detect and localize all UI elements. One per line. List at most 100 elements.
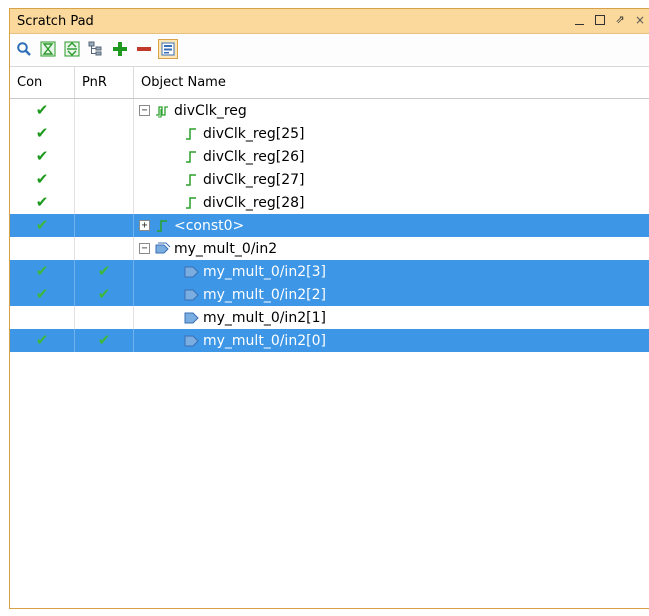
remove-icon[interactable]: [134, 39, 154, 59]
pnr-cell: [75, 237, 134, 260]
add-icon[interactable]: [110, 39, 130, 59]
object-name-cell: my_mult_0/in2[0]: [134, 329, 649, 352]
tree-item: divClk_reg[25]: [184, 122, 305, 145]
checkmark-icon: ✔: [35, 124, 49, 142]
table-row[interactable]: ✔ ✔ my_mult_0/in2[2]: [10, 283, 649, 306]
object-name-cell: my_mult_0/in2[2]: [134, 283, 649, 306]
con-cell: ✔: [10, 99, 75, 122]
table-row[interactable]: ✔ − divClk_reg: [10, 99, 649, 122]
checkmark-icon: ✔: [35, 331, 49, 349]
checkmark-icon: ✔: [97, 285, 111, 303]
checkmark-icon: ✔: [35, 101, 49, 119]
maximize-icon[interactable]: [593, 13, 607, 27]
pnr-cell: [75, 306, 134, 329]
toggle-view-icon[interactable]: [158, 39, 178, 59]
object-name-label: my_mult_0/in2[3]: [203, 263, 326, 280]
con-cell: [10, 237, 75, 260]
toolbar: [10, 34, 649, 64]
object-name-cell: − my_mult_0/in2: [134, 237, 649, 260]
con-cell: ✔: [10, 260, 75, 283]
port-icon: [184, 265, 199, 279]
object-name-cell: divClk_reg[28]: [134, 191, 649, 214]
table-row[interactable]: ✔ divClk_reg[27]: [10, 168, 649, 191]
checkmark-icon: ✔: [35, 262, 49, 280]
pnr-cell: [75, 145, 134, 168]
collapse-all-icon[interactable]: [38, 39, 58, 59]
object-name-cell: + <const0>: [134, 214, 649, 237]
object-name-cell: divClk_reg[27]: [134, 168, 649, 191]
checkmark-icon: ✔: [35, 193, 49, 211]
pnr-cell: [75, 122, 134, 145]
net-icon: [184, 196, 198, 210]
panel-titlebar[interactable]: Scratch Pad ⇗ ×: [10, 9, 649, 34]
object-name-label: divClk_reg[27]: [203, 171, 305, 188]
object-name-label: divClk_reg[28]: [203, 194, 305, 211]
scratch-pad-panel: Scratch Pad ⇗ × Con PnR Object Name ✔ − …: [9, 8, 649, 609]
port-bus-icon: [155, 242, 171, 256]
column-header-con[interactable]: Con: [10, 67, 75, 98]
hierarchy-icon[interactable]: [86, 39, 106, 59]
expand-toggle-icon[interactable]: +: [139, 220, 150, 231]
port-icon: [184, 311, 199, 325]
tree-item: my_mult_0/in2[1]: [184, 306, 326, 329]
close-icon[interactable]: ×: [633, 13, 647, 27]
object-name-label: divClk_reg[26]: [203, 148, 305, 165]
search-icon[interactable]: [14, 39, 34, 59]
tree-item: my_mult_0/in2[3]: [184, 260, 326, 283]
tree-item: + <const0>: [139, 214, 244, 237]
pnr-cell: ✔: [75, 283, 134, 306]
con-cell: ✔: [10, 191, 75, 214]
collapse-toggle-icon[interactable]: −: [139, 105, 150, 116]
object-name-label: <const0>: [174, 217, 245, 234]
con-cell: ✔: [10, 214, 75, 237]
object-name-label: divClk_reg: [174, 102, 247, 119]
bus-icon: [155, 104, 169, 118]
table-row[interactable]: ✔ ✔ my_mult_0/in2[0]: [10, 329, 649, 352]
table-row[interactable]: ✔ + <const0>: [10, 214, 649, 237]
tree-item: divClk_reg[28]: [184, 191, 305, 214]
checkmark-icon: ✔: [35, 170, 49, 188]
tree-item: my_mult_0/in2[2]: [184, 283, 326, 306]
object-name-label: my_mult_0/in2: [174, 240, 278, 257]
expand-icon[interactable]: [62, 39, 82, 59]
pnr-cell: [75, 214, 134, 237]
float-icon[interactable]: ⇗: [613, 13, 627, 27]
tree-item: divClk_reg[27]: [184, 168, 305, 191]
tree-item: − my_mult_0/in2: [139, 237, 277, 260]
table-row[interactable]: ✔ divClk_reg[26]: [10, 145, 649, 168]
con-cell: ✔: [10, 168, 75, 191]
pnr-cell: [75, 99, 134, 122]
con-cell: ✔: [10, 145, 75, 168]
pnr-cell: ✔: [75, 329, 134, 352]
net-icon: [184, 127, 198, 141]
table-row[interactable]: − my_mult_0/in2: [10, 237, 649, 260]
port-icon: [184, 288, 199, 302]
table-row[interactable]: ✔ ✔ my_mult_0/in2[3]: [10, 260, 649, 283]
object-name-label: my_mult_0/in2[0]: [203, 332, 326, 349]
object-name-cell: divClk_reg[25]: [134, 122, 649, 145]
con-cell: ✔: [10, 329, 75, 352]
checkmark-icon: ✔: [97, 331, 111, 349]
table-row[interactable]: ✔ divClk_reg[28]: [10, 191, 649, 214]
column-header-pnr[interactable]: PnR: [75, 67, 134, 98]
net-icon: [155, 219, 169, 233]
table-row[interactable]: my_mult_0/in2[1]: [10, 306, 649, 329]
collapse-toggle-icon[interactable]: −: [139, 243, 150, 254]
column-header-object-name[interactable]: Object Name: [134, 67, 649, 98]
table-row[interactable]: ✔ divClk_reg[25]: [10, 122, 649, 145]
minimize-icon[interactable]: [573, 13, 587, 27]
pnr-cell: [75, 191, 134, 214]
pnr-cell: ✔: [75, 260, 134, 283]
checkmark-icon: ✔: [35, 216, 49, 234]
table-header: Con PnR Object Name: [10, 67, 649, 99]
checkmark-icon: ✔: [35, 285, 49, 303]
table-body: ✔ − divClk_reg ✔ divClk_reg[25] ✔ divClk_reg[2…: [10, 99, 649, 352]
port-icon: [184, 334, 199, 348]
pnr-cell: [75, 168, 134, 191]
scratch-pad-table: Con PnR Object Name ✔ − divClk_reg ✔ divClk_…: [10, 66, 649, 609]
tree-item: my_mult_0/in2[0]: [184, 329, 326, 352]
window-controls: ⇗ ×: [573, 13, 647, 27]
object-name-cell: divClk_reg[26]: [134, 145, 649, 168]
tree-item: − divClk_reg: [139, 99, 247, 122]
object-name-cell: my_mult_0/in2[1]: [134, 306, 649, 329]
